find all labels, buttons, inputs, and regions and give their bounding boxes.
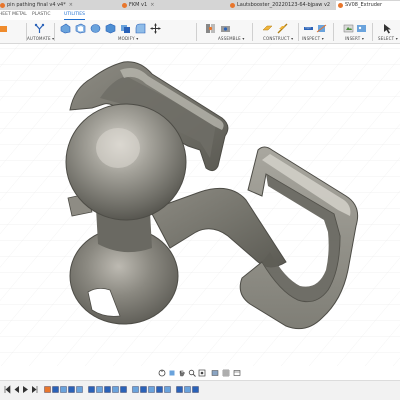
grid-icon[interactable]	[222, 369, 230, 377]
timeline-feature-icon[interactable]	[164, 385, 171, 394]
document-tab-2[interactable]: FKM v1 ×	[120, 1, 170, 10]
timeline-feature-icon[interactable]	[68, 385, 75, 394]
tab-label: pin pathing final v4 v4*	[7, 2, 66, 8]
timeline-feature-icon[interactable]	[148, 385, 155, 394]
document-icon	[122, 3, 127, 8]
close-icon[interactable]: ×	[69, 2, 73, 8]
env-tab-plastic[interactable]: PLASTIC	[32, 10, 50, 20]
document-tab-1[interactable]: pin pathing final v4 v4* ×	[0, 1, 86, 10]
step-back-icon[interactable]	[13, 385, 20, 394]
group-assemble[interactable]: ASSEMBLE ▾	[218, 36, 245, 41]
plane-icon[interactable]	[262, 23, 273, 34]
document-icon	[0, 3, 5, 8]
timeline-feature-icon[interactable]	[60, 385, 67, 394]
sheet-metal-icon[interactable]	[0, 23, 8, 34]
timeline-feature-icon[interactable]	[156, 385, 163, 394]
look-at-icon[interactable]	[168, 369, 176, 377]
navigation-bar	[0, 366, 400, 380]
toolbar-divider	[333, 23, 334, 41]
toolbar-divider	[196, 23, 197, 41]
go-to-start-icon[interactable]	[4, 385, 11, 394]
toolbar-divider	[252, 23, 253, 41]
automate-icon[interactable]	[34, 23, 45, 34]
axis-icon[interactable]	[277, 23, 288, 34]
zoom-window-icon[interactable]	[198, 369, 206, 377]
toolbar-divider	[372, 23, 373, 41]
timeline-feature-icon[interactable]	[88, 385, 95, 394]
group-inspect[interactable]: INSPECT ▾	[302, 36, 324, 41]
revolve-icon[interactable]	[90, 23, 101, 34]
zoom-icon[interactable]	[188, 369, 196, 377]
close-icon[interactable]: ×	[333, 2, 334, 8]
close-icon[interactable]: ×	[150, 2, 154, 8]
timeline-feature-icon[interactable]	[176, 385, 183, 394]
pan-icon[interactable]	[178, 369, 186, 377]
combine-icon[interactable]	[120, 23, 131, 34]
timeline-feature-icon[interactable]	[184, 385, 191, 394]
group-insert[interactable]: INSERT ▾	[345, 36, 364, 41]
insert-icon[interactable]	[343, 23, 354, 34]
shell-icon[interactable]	[75, 23, 86, 34]
env-tab-sheet-metal[interactable]: SHEET METAL	[0, 10, 27, 20]
design-toolbar: AUTOMATE ▾ MODIFY ▾ ASSEMBLE ▾ CONSTRUCT…	[0, 20, 400, 44]
group-construct[interactable]: CONSTRUCT ▾	[263, 36, 293, 41]
group-modify[interactable]: MODIFY ▾	[118, 36, 138, 41]
viewport-canvas	[0, 44, 400, 366]
box-icon[interactable]	[105, 23, 116, 34]
document-tab-active[interactable]: SV08_Extruder	[336, 1, 400, 10]
toolbar-divider	[298, 23, 299, 41]
3d-viewport[interactable]	[0, 44, 400, 366]
image-icon[interactable]	[356, 23, 367, 34]
step-forward-icon[interactable]	[31, 385, 38, 394]
timeline-feature-icon[interactable]	[52, 385, 59, 394]
tab-label: Lautsbooster_20220123-64-bjpaw v2	[237, 2, 331, 8]
move-icon[interactable]	[150, 23, 161, 34]
timeline-feature-icon[interactable]	[44, 385, 51, 394]
timeline-bar	[0, 380, 400, 400]
select-icon[interactable]	[382, 23, 393, 34]
document-tab-bar: pin pathing final v4 v4* × FKM v1 × Lautsb…	[0, 0, 400, 10]
joint-icon[interactable]	[205, 23, 216, 34]
timeline-feature-icon[interactable]	[140, 385, 147, 394]
display-settings-icon[interactable]	[211, 369, 219, 377]
timeline-feature-icon[interactable]	[120, 385, 127, 394]
measure-icon[interactable]	[303, 23, 314, 34]
timeline-feature-icon[interactable]	[132, 385, 139, 394]
document-icon	[338, 3, 343, 8]
document-icon	[230, 3, 235, 8]
tab-label: FKM v1	[129, 2, 148, 8]
joint-origin-icon[interactable]	[220, 23, 231, 34]
section-icon[interactable]	[316, 23, 327, 34]
fillet-icon[interactable]	[135, 23, 146, 34]
viewport-settings-icon[interactable]	[233, 369, 241, 377]
timeline-feature-icon[interactable]	[76, 385, 83, 394]
environment-tabs: SHEET METAL PLASTIC UTILITIES	[0, 10, 400, 20]
timeline-feature-icon[interactable]	[104, 385, 111, 394]
play-icon[interactable]	[22, 385, 29, 394]
timeline-feature-icon[interactable]	[96, 385, 103, 394]
timeline-feature-icon[interactable]	[192, 385, 199, 394]
extrude-icon[interactable]	[60, 23, 71, 34]
group-select[interactable]: SELECT ▾	[378, 36, 398, 41]
toolbar-divider	[54, 23, 55, 41]
orbit-icon[interactable]	[158, 369, 166, 377]
env-tab-utilities[interactable]: UTILITIES	[64, 10, 85, 20]
timeline-feature-icon[interactable]	[112, 385, 119, 394]
group-automate[interactable]: AUTOMATE ▾	[27, 36, 54, 41]
document-tab-3[interactable]: Lautsbooster_20220123-64-bjpaw v2×	[228, 1, 334, 10]
tab-label: SV08_Extruder	[345, 2, 383, 8]
